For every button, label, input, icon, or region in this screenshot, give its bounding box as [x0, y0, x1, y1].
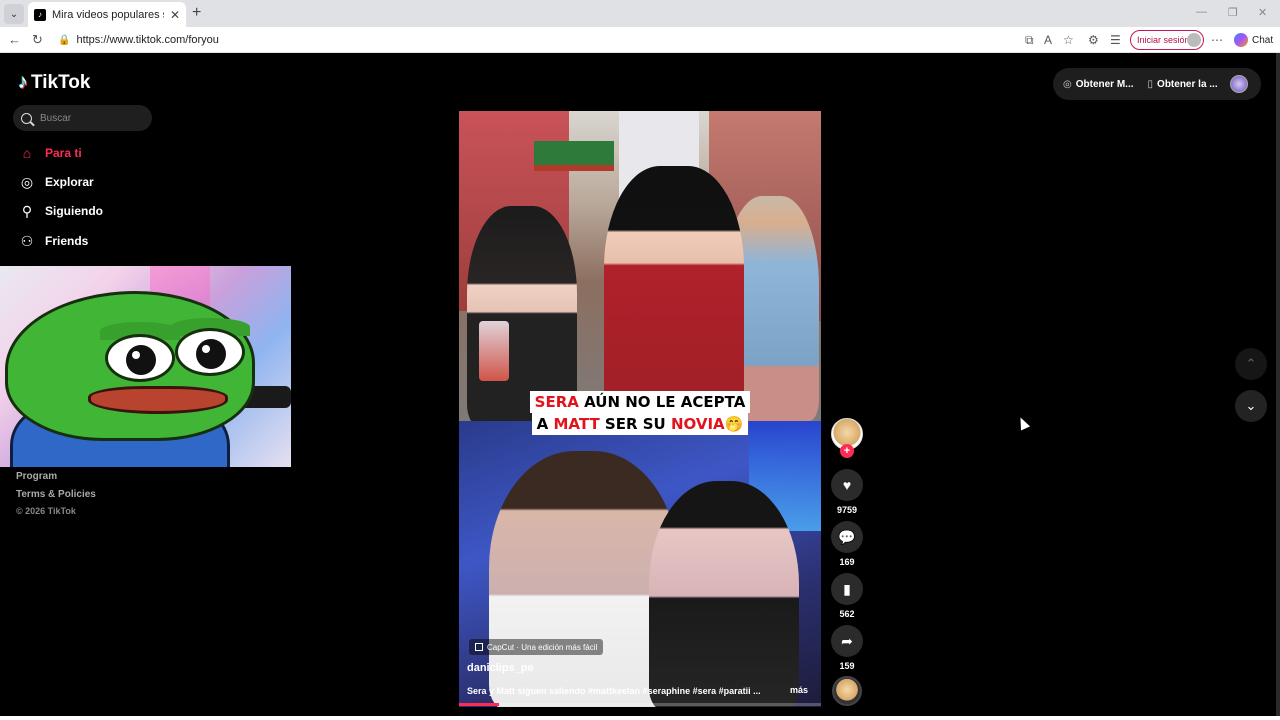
next-video-button[interactable]: ⌄: [1235, 390, 1267, 422]
signin-label: Iniciar sesión: [1137, 35, 1190, 45]
tab-close-icon[interactable]: ✕: [170, 8, 180, 22]
signin-button[interactable]: Iniciar sesión: [1130, 30, 1204, 50]
video-progress-fill: [459, 703, 499, 706]
heart-icon: ♥: [842, 477, 852, 493]
caption-highlight: NOVIA: [670, 415, 725, 433]
tab-title: Mira videos populares seleccionados: [52, 8, 164, 21]
capcut-badge[interactable]: CapCut · Una edición más fácil: [469, 639, 604, 655]
music-disc-icon[interactable]: [832, 676, 862, 706]
pepe-eye: [105, 334, 175, 382]
get-coins-label: Obtener M...: [1075, 78, 1134, 90]
friends-icon: ⚇: [20, 232, 34, 249]
profile-avatar-icon: [1187, 33, 1201, 47]
browser-tab-bar: ⌄ ♪ Mira videos populares seleccionados …: [0, 0, 1280, 27]
caption-text: A: [536, 415, 554, 433]
favorites-icon[interactable]: ☰: [1110, 33, 1121, 47]
tab-actions-button[interactable]: ⌄: [4, 4, 24, 24]
home-icon: ⌂: [22, 145, 32, 161]
video-caption-overlay: SERA AÚN NO LE ACEPTA A MATT SER SU NOVI…: [515, 391, 765, 435]
capcut-icon: [475, 643, 483, 651]
copilot-chat-button[interactable]: Chat: [1234, 33, 1273, 47]
sidebar-item-label: Explorar: [45, 175, 94, 189]
video-player[interactable]: SERA AÚN NO LE ACEPTA A MATT SER SU NOVI…: [459, 111, 821, 707]
back-button[interactable]: ←: [8, 32, 21, 47]
capcut-label: CapCut · Una edición más fácil: [487, 642, 598, 652]
sidebar-item-label: Siguiendo: [45, 204, 103, 218]
page-scrollbar[interactable]: [1276, 53, 1280, 716]
tiktok-logo[interactable]: ♪ TikTok: [18, 71, 90, 94]
address-bar: ← ↻ 🔒 https://www.tiktok.com/foryou ⧉ A …: [0, 27, 1280, 53]
sidebar-item-explorar[interactable]: ◎ Explorar: [18, 173, 94, 191]
coin-icon: ◎: [1063, 78, 1072, 90]
following-icon: ⚲: [21, 202, 33, 219]
translate-icon[interactable]: A: [1044, 33, 1052, 47]
profile-avatar[interactable]: [1230, 75, 1248, 93]
footer-program-link[interactable]: Program: [16, 471, 57, 482]
chevron-down-icon: ⌄: [1245, 398, 1257, 413]
search-input[interactable]: Buscar: [13, 105, 152, 131]
open-in-app-icon[interactable]: ⧉: [1025, 33, 1034, 48]
bookmark-icon: ▮: [843, 580, 851, 597]
caption-emoji: 🤭: [724, 415, 744, 433]
refresh-button[interactable]: ↻: [32, 32, 43, 48]
like-count: 9759: [836, 505, 858, 515]
share-button[interactable]: ➦: [831, 625, 863, 657]
tiktok-page: ♪ TikTok Buscar ⌂ Para ti ◎ Explorar ⚲ S…: [0, 53, 1276, 716]
sidebar-item-label: Para ti: [45, 146, 82, 160]
sidebar-item-siguiendo[interactable]: ⚲ Siguiendo: [18, 202, 103, 220]
favorite-star-icon[interactable]: ☆: [1063, 33, 1074, 47]
sidebar-item-friends[interactable]: ⚇ Friends: [18, 232, 89, 250]
comment-count: 169: [839, 557, 855, 567]
tiktok-note-icon: ♪: [18, 71, 28, 93]
comment-icon: 💬: [838, 528, 856, 545]
copyright-text: © 2026 TikTok: [16, 506, 76, 516]
chat-label: Chat: [1252, 34, 1274, 46]
phone-icon: ▯: [1147, 78, 1154, 90]
get-app-button[interactable]: ▯ Obtener la ...: [1148, 79, 1218, 90]
pepe-lips: [88, 386, 228, 414]
search-placeholder: Buscar: [40, 112, 72, 124]
share-icon: ➦: [841, 632, 853, 649]
browser-tab[interactable]: ♪ Mira videos populares seleccionados ✕: [28, 2, 186, 27]
sidebar-item-para-ti[interactable]: ⌂ Para ti: [18, 144, 82, 162]
follow-plus-icon[interactable]: +: [840, 444, 854, 458]
video-description: Sera y Matt siguen saliendo #mattkeelan …: [467, 686, 761, 696]
save-button[interactable]: ▮: [831, 573, 863, 605]
video-author[interactable]: daniclips_pe: [467, 662, 534, 674]
mouse-cursor: [1015, 415, 1031, 431]
get-app-label: Obtener la ...: [1157, 78, 1218, 90]
new-tab-button[interactable]: +: [192, 4, 201, 22]
sidebar-item-label: Friends: [45, 234, 89, 248]
caption-highlight: SERA: [534, 393, 579, 411]
caption-highlight: MATT: [553, 415, 600, 433]
comment-button[interactable]: 💬: [831, 521, 863, 553]
url-field[interactable]: 🔒 https://www.tiktok.com/foryou: [52, 30, 1122, 50]
more-menu-icon[interactable]: ⋯: [1211, 33, 1223, 47]
minimize-button[interactable]: —: [1196, 6, 1207, 18]
video-scene-street: [459, 111, 821, 426]
pepe-eye: [175, 328, 245, 376]
caption-text: SER SU: [599, 415, 671, 433]
save-count: 562: [839, 609, 855, 619]
webcam-overlay: [0, 266, 291, 467]
share-count: 159: [839, 661, 855, 671]
url-text: https://www.tiktok.com/foryou: [76, 34, 219, 46]
close-window-button[interactable]: ✕: [1258, 6, 1267, 19]
more-button[interactable]: más: [790, 685, 808, 695]
get-coins-button[interactable]: ◎ Obtener M...: [1063, 79, 1134, 90]
extensions-icon[interactable]: ⚙: [1088, 33, 1099, 47]
maximize-button[interactable]: ❐: [1228, 6, 1238, 19]
video-progress-bar[interactable]: [459, 703, 821, 706]
brand-text: TikTok: [31, 71, 91, 93]
tiktok-favicon-icon: ♪: [34, 8, 46, 21]
compass-icon: ◎: [20, 173, 34, 190]
like-button[interactable]: ♥: [831, 469, 863, 501]
chevron-up-icon: ⌃: [1245, 356, 1257, 371]
search-icon: [21, 112, 32, 124]
previous-video-button[interactable]: ⌃: [1235, 348, 1267, 380]
footer-terms-link[interactable]: Terms & Policies: [16, 489, 96, 500]
site-info-icon[interactable]: 🔒: [58, 35, 70, 46]
copilot-icon: [1234, 33, 1248, 47]
caption-text: AÚN NO LE ACEPTA: [578, 393, 746, 411]
